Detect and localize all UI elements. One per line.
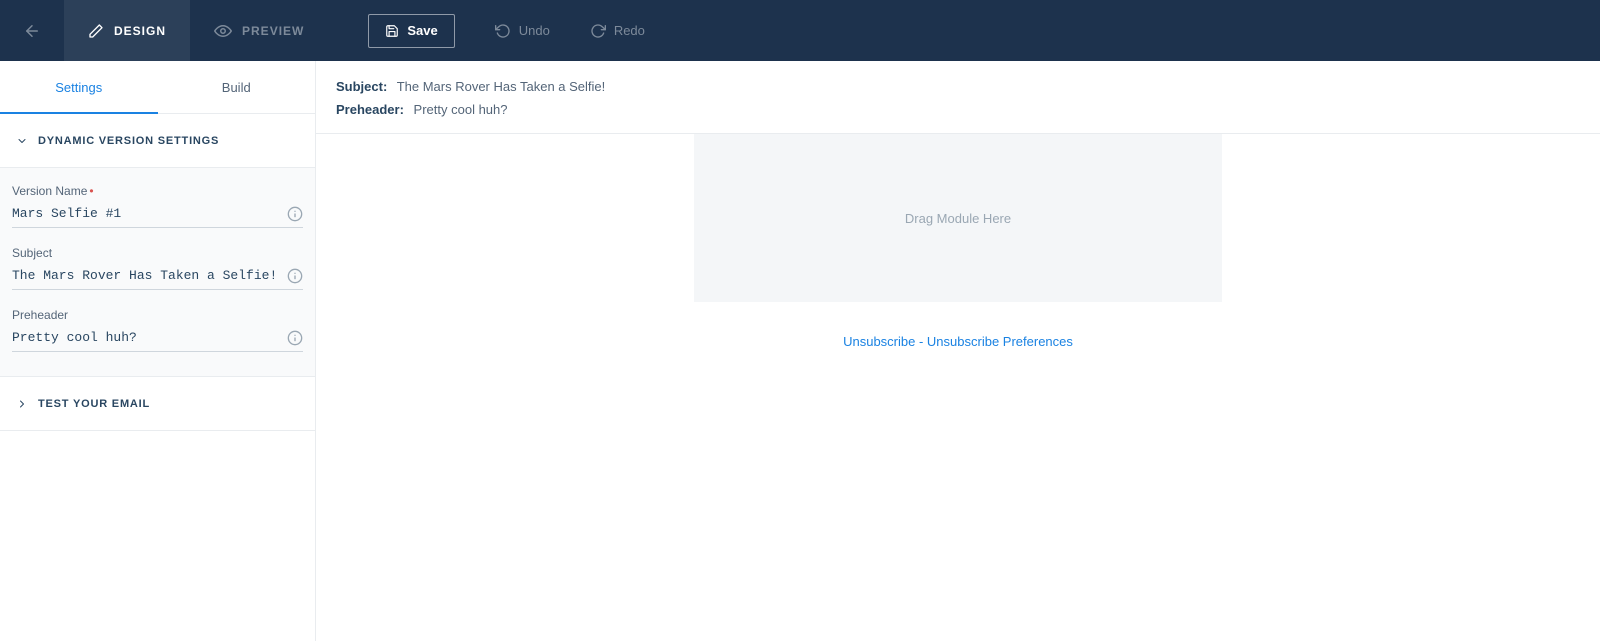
field-subject: Subject (12, 246, 303, 290)
meta-preheader-row: Preheader: Pretty cool huh? (336, 102, 1580, 117)
save-icon (385, 24, 399, 38)
sidebar: Settings Build DYNAMIC VERSION SETTINGS … (0, 61, 316, 641)
meta-subject-row: Subject: The Mars Rover Has Taken a Self… (336, 79, 1580, 94)
panel-test-title: TEST YOUR EMAIL (38, 398, 150, 410)
meta-preheader-label: Preheader: (336, 102, 404, 117)
dash: - (915, 334, 927, 349)
unsubscribe-prefs-link[interactable]: Unsubscribe Preferences (927, 334, 1073, 349)
panel-test-header[interactable]: TEST YOUR EMAIL (0, 377, 315, 431)
pencil-icon (88, 23, 104, 39)
eye-icon (214, 22, 232, 40)
sidebar-tabs: Settings Build (0, 61, 315, 114)
info-icon[interactable] (287, 206, 303, 222)
canvas-body: Drag Module Here Unsubscribe - Unsubscri… (316, 134, 1600, 641)
content-row: Settings Build DYNAMIC VERSION SETTINGS … (0, 61, 1600, 641)
sidebar-tab-build[interactable]: Build (158, 61, 316, 113)
unsubscribe-link[interactable]: Unsubscribe (843, 334, 915, 349)
version-name-label: Version Name• (12, 184, 303, 198)
preheader-input[interactable] (12, 328, 303, 352)
meta-preheader-value: Pretty cool huh? (414, 102, 508, 117)
save-button-label: Save (407, 23, 437, 38)
undo-icon (495, 23, 511, 39)
sidebar-tab-settings[interactable]: Settings (0, 61, 158, 113)
sidebar-tab-build-label: Build (222, 80, 251, 95)
arrow-left-icon (23, 22, 41, 40)
redo-label: Redo (614, 23, 645, 38)
redo-icon (590, 23, 606, 39)
tab-design[interactable]: DESIGN (64, 0, 190, 61)
field-preheader: Preheader (12, 308, 303, 352)
app-header: DESIGN PREVIEW Save Undo Redo (0, 0, 1600, 61)
panel-dynamic-body: Version Name• Subject Preheader (0, 168, 315, 377)
panel-dynamic-title: DYNAMIC VERSION SETTINGS (38, 135, 219, 147)
redo-button[interactable]: Redo (590, 23, 645, 39)
panel-dynamic-header[interactable]: DYNAMIC VERSION SETTINGS (0, 114, 315, 168)
back-button[interactable] (0, 0, 64, 61)
preheader-label: Preheader (12, 308, 303, 322)
dropzone-text: Drag Module Here (905, 211, 1011, 226)
chevron-right-icon (16, 398, 28, 410)
module-dropzone[interactable]: Drag Module Here (694, 134, 1222, 302)
info-icon[interactable] (287, 268, 303, 284)
meta-subject-value: The Mars Rover Has Taken a Selfie! (397, 79, 606, 94)
sidebar-tab-settings-label: Settings (55, 80, 102, 95)
undo-button[interactable]: Undo (495, 23, 550, 39)
tab-preview[interactable]: PREVIEW (190, 0, 328, 61)
subject-input[interactable] (12, 266, 303, 290)
subject-label: Subject (12, 246, 303, 260)
meta-subject-label: Subject: (336, 79, 387, 94)
version-name-input[interactable] (12, 204, 303, 228)
info-icon[interactable] (287, 330, 303, 346)
undo-label: Undo (519, 23, 550, 38)
tab-design-label: DESIGN (114, 24, 166, 38)
unsubscribe-row: Unsubscribe - Unsubscribe Preferences (843, 334, 1073, 349)
chevron-down-icon (16, 135, 28, 147)
canvas: Subject: The Mars Rover Has Taken a Self… (316, 61, 1600, 641)
save-button[interactable]: Save (368, 14, 454, 48)
tab-preview-label: PREVIEW (242, 24, 304, 38)
field-version-name: Version Name• (12, 184, 303, 228)
canvas-meta: Subject: The Mars Rover Has Taken a Self… (316, 61, 1600, 134)
